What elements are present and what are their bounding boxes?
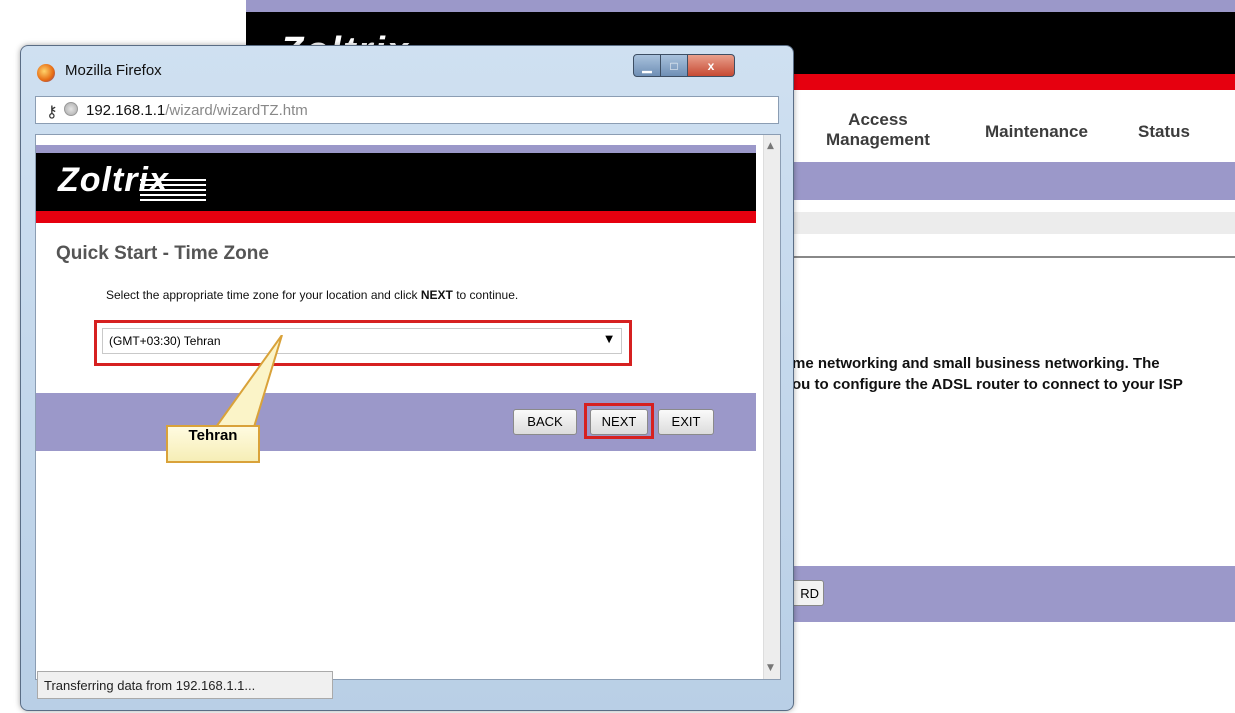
maximize-button[interactable]: □ — [661, 54, 688, 77]
nav-status[interactable]: Status — [1138, 122, 1190, 142]
instruction-bold: NEXT — [420, 288, 453, 302]
popup-content: Zoltrix Quick Start - Time Zone Select t… — [35, 134, 781, 680]
back-button[interactable]: BACK — [513, 409, 577, 435]
logo-stripes — [140, 179, 206, 201]
status-text: Transferring data from 192.168.1.1... — [44, 678, 256, 693]
globe-icon — [64, 102, 78, 116]
page-title: Quick Start - Time Zone — [56, 243, 269, 264]
wizard-header-stripe — [36, 145, 756, 153]
instruction-suffix: to continue. — [452, 288, 519, 302]
next-button[interactable]: NEXT — [590, 409, 648, 435]
nav-maintenance[interactable]: Maintenance — [985, 122, 1088, 142]
close-button[interactable]: x — [688, 54, 735, 77]
status-bar: Transferring data from 192.168.1.1... — [37, 671, 333, 699]
bg-header-stripe — [246, 0, 1235, 12]
tehran-callout: Tehran — [166, 425, 260, 463]
scroll-up-icon[interactable]: ▲ — [767, 141, 774, 151]
url-host: 192.168.1.1 — [86, 102, 166, 119]
minimize-button[interactable]: ▁ — [633, 54, 661, 77]
address-bar[interactable]: ⚷ 192.168.1.1/wizard/wizardTZ.htm — [35, 96, 779, 124]
callout-pointer — [214, 335, 283, 428]
key-icon: ⚷ — [46, 102, 58, 121]
bg-body-text-line2: ou to configure the ADSL router to conne… — [792, 376, 1183, 393]
firefox-icon — [37, 64, 55, 82]
wizard-header-redline — [36, 211, 756, 223]
instruction-text: Select the appropriate time zone for you… — [106, 288, 518, 302]
firefox-popup-window: Mozilla Firefox ▁ □ x ⚷ 192.168.1.1/wiza… — [20, 45, 794, 711]
maximize-icon: □ — [670, 58, 678, 73]
nav-access-management[interactable]: Access Management — [826, 110, 930, 150]
window-title: Mozilla Firefox — [65, 62, 162, 79]
url-text: 192.168.1.1/wizard/wizardTZ.htm — [86, 102, 308, 119]
url-path: /wizard/wizardTZ.htm — [165, 102, 308, 119]
window-controls: ▁ □ x — [633, 54, 735, 77]
nav-label-line2: Management — [826, 130, 930, 149]
nav-label-line1: Access — [848, 110, 908, 129]
timezone-select[interactable]: (GMT+03:30) Tehran ▼ — [102, 328, 622, 354]
bg-body-text-line1: me networking and small business network… — [792, 355, 1160, 372]
chevron-down-icon: ▼ — [605, 334, 613, 345]
minimize-icon: ▁ — [642, 58, 652, 73]
close-icon: x — [707, 58, 715, 73]
scroll-down-icon[interactable]: ▼ — [767, 663, 774, 673]
vertical-scrollbar[interactable]: ▲ ▼ — [763, 135, 780, 679]
instruction-prefix: Select the appropriate time zone for you… — [106, 288, 421, 302]
exit-button[interactable]: EXIT — [658, 409, 714, 435]
